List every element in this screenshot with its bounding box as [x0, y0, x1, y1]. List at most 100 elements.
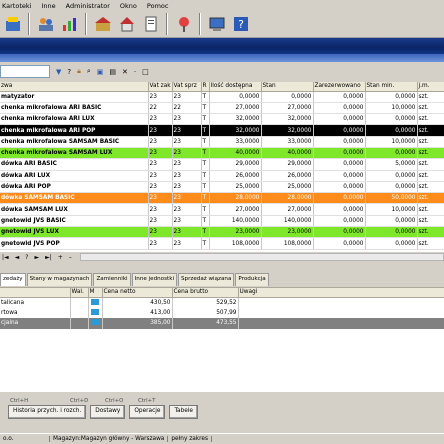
- column-header[interactable]: Stan min.: [365, 82, 418, 92]
- horizontal-scrollbar[interactable]: [80, 253, 444, 261]
- table-cell: 27,0000: [261, 203, 314, 216]
- operations-button[interactable]: Operacje: [129, 405, 166, 419]
- tab-substitutes[interactable]: Zamienniki: [93, 273, 131, 286]
- nav-first-button[interactable]: |◄: [0, 254, 11, 261]
- table-cell: 23: [172, 215, 202, 228]
- nav-prev-button[interactable]: ◄: [13, 254, 22, 261]
- table-cell: T: [201, 91, 210, 103]
- table-cell: 0,0000: [313, 136, 366, 148]
- price-column-header[interactable]: [0, 288, 71, 298]
- deliveries-button[interactable]: Dostawy: [90, 405, 126, 419]
- table-cell: 27,0000: [209, 203, 262, 216]
- price-column-header[interactable]: Cena netto: [102, 288, 173, 298]
- table-cell: T: [201, 158, 210, 171]
- lock-icon[interactable]: 🔒︎: [77, 67, 81, 76]
- image-icon[interactable]: ▣: [97, 68, 104, 76]
- table-row[interactable]: gnetowid JVS POP 23 23 T 108,0000 108,0000 0,0…: [0, 237, 444, 250]
- price-column-header[interactable]: M: [88, 288, 103, 298]
- filter-input[interactable]: [0, 65, 50, 78]
- table-row[interactable]: dówka SAMSAM BASIC 23 23 T 28,0000 28,0000 0,0…: [0, 192, 444, 205]
- price-row[interactable]: talicana 430,50 529,52: [0, 297, 444, 308]
- tab-warehouse-stock[interactable]: Stany w magazynach: [26, 273, 93, 286]
- price-row[interactable]: cjalna 385,00 473,55: [0, 318, 444, 329]
- location-icon[interactable]: [172, 13, 195, 36]
- table-cell: szt.: [417, 91, 444, 103]
- table-cell: 23: [172, 136, 202, 148]
- column-header[interactable]: Vat zak: [148, 82, 173, 92]
- column-header[interactable]: zwa: [0, 82, 149, 92]
- table-cell: 50,0000: [365, 192, 418, 205]
- nav-remove-button[interactable]: –: [67, 254, 74, 261]
- price-column-header[interactable]: Uwagi: [238, 288, 444, 298]
- table-cell: 0,0000: [313, 158, 366, 171]
- table-row[interactable]: dówka ARI LUX 23 23 T 26,0000 26,0000 0,0000 0,…: [0, 170, 444, 182]
- table-cell: 0,0000: [365, 124, 418, 137]
- chart-icon[interactable]: [58, 13, 81, 36]
- help-icon[interactable]: ?: [229, 13, 252, 36]
- menu-kartoteki[interactable]: Kartoteki: [2, 2, 31, 10]
- price-column-header[interactable]: Cena brutto: [172, 288, 239, 298]
- table-cell: 0,0000: [365, 147, 418, 160]
- table-cell: 22: [172, 102, 202, 115]
- table-cell: 0,0000: [313, 124, 366, 137]
- table-row[interactable]: chenka mikrofalowa SAMSAM BASIC 23 23 T 33,0…: [0, 136, 444, 148]
- column-header[interactable]: j.m.: [417, 82, 444, 92]
- column-header[interactable]: R: [201, 82, 210, 92]
- table-row[interactable]: dówka ARI POP 23 23 T 25,0000 25,0000 0,0000 0,…: [0, 181, 444, 194]
- hotkey-tables: Ctrl+T: [138, 398, 156, 404]
- tab-other-units[interactable]: Inne jednostki: [131, 273, 177, 286]
- tab-bundled-sales[interactable]: Sprzedaż wiązana: [178, 273, 235, 286]
- tab-sales[interactable]: zedaży: [0, 273, 26, 286]
- table-row[interactable]: matyzator 23 23 T 0,0000 0,0000 0,0000 0,0000 sz…: [0, 91, 444, 103]
- history-button[interactable]: Historia przych. i rozch.: [8, 405, 87, 419]
- cash-register-icon[interactable]: [1, 13, 24, 36]
- table-cell: T: [201, 181, 210, 194]
- price-cell: 385,00: [102, 318, 173, 329]
- menu-administrator[interactable]: Administrator: [66, 2, 110, 10]
- table-row[interactable]: chenka mikrofalowa ARI LUX 23 23 T 32,0000 32…: [0, 113, 444, 126]
- table-row[interactable]: gnetowid JVS BASIC 23 23 T 140,0000 140,0000 0…: [0, 215, 444, 228]
- column-header[interactable]: Vat sprz: [172, 82, 202, 92]
- chart-small-icon[interactable]: ▤: [109, 68, 116, 76]
- home-icon[interactable]: [115, 13, 138, 36]
- price-cell: [238, 307, 444, 318]
- table-row[interactable]: dówka SAMSAM LUX 23 23 T 27,0000 27,0000 0,000…: [0, 203, 444, 216]
- table-row[interactable]: chenka mikrofalowa SAMSAM LUX 23 23 T 40,000…: [0, 147, 444, 160]
- table-cell: matyzator: [0, 91, 149, 103]
- table-row[interactable]: gnetowid JVS LUX 23 23 T 23,0000 23,0000 0,000…: [0, 226, 444, 239]
- nav-last-button[interactable]: ►|: [43, 254, 54, 261]
- nav-add-button[interactable]: +: [56, 254, 65, 261]
- minus-icon[interactable]: ·: [134, 68, 136, 76]
- column-header[interactable]: Ilość dostępna: [209, 82, 262, 92]
- table-row[interactable]: chenka mikrofalowa ARI BASIC 22 22 T 27,0000…: [0, 102, 444, 115]
- question-icon[interactable]: ?: [67, 68, 71, 76]
- menu-pomoc[interactable]: Pomoc: [147, 2, 169, 10]
- document-icon[interactable]: [139, 13, 162, 36]
- tables-button[interactable]: Tabele: [169, 405, 198, 419]
- close-icon[interactable]: ✕: [122, 68, 128, 76]
- table-cell: 23: [148, 113, 173, 126]
- table-row[interactable]: dówka ARI BASIC 23 23 T 29,0000 29,0000 0,0000…: [0, 158, 444, 171]
- square-icon[interactable]: □: [142, 68, 149, 76]
- price-row[interactable]: rtowa 413,00 507,99: [0, 307, 444, 318]
- filter-icon[interactable]: ▼: [56, 68, 61, 76]
- price-column-header[interactable]: Wal.: [70, 288, 89, 298]
- table-cell: 32,0000: [261, 124, 314, 137]
- tab-production[interactable]: Produkcja: [235, 273, 269, 286]
- column-header[interactable]: Zarezerwowano: [313, 82, 366, 92]
- warehouse-icon[interactable]: [91, 13, 114, 36]
- table-cell: T: [201, 237, 210, 250]
- nav-next-button[interactable]: ►: [32, 254, 41, 261]
- column-header[interactable]: Stan: [261, 82, 314, 92]
- computer-icon[interactable]: [205, 13, 228, 36]
- menu-inne[interactable]: Inne: [41, 2, 55, 10]
- nav-unknown-button[interactable]: ?: [23, 254, 30, 261]
- menu-okno[interactable]: Okno: [120, 2, 137, 10]
- price-cell: [70, 297, 89, 308]
- people-icon[interactable]: [34, 13, 57, 36]
- search-icon[interactable]: ⌕: [87, 67, 91, 76]
- table-cell: 23: [148, 215, 173, 228]
- table-cell: T: [201, 192, 210, 205]
- table-cell: gnetowid JVS BASIC: [0, 215, 149, 228]
- table-row[interactable]: chenka mikrofalowa ARI POP 23 23 T 32,0000 32…: [0, 124, 444, 137]
